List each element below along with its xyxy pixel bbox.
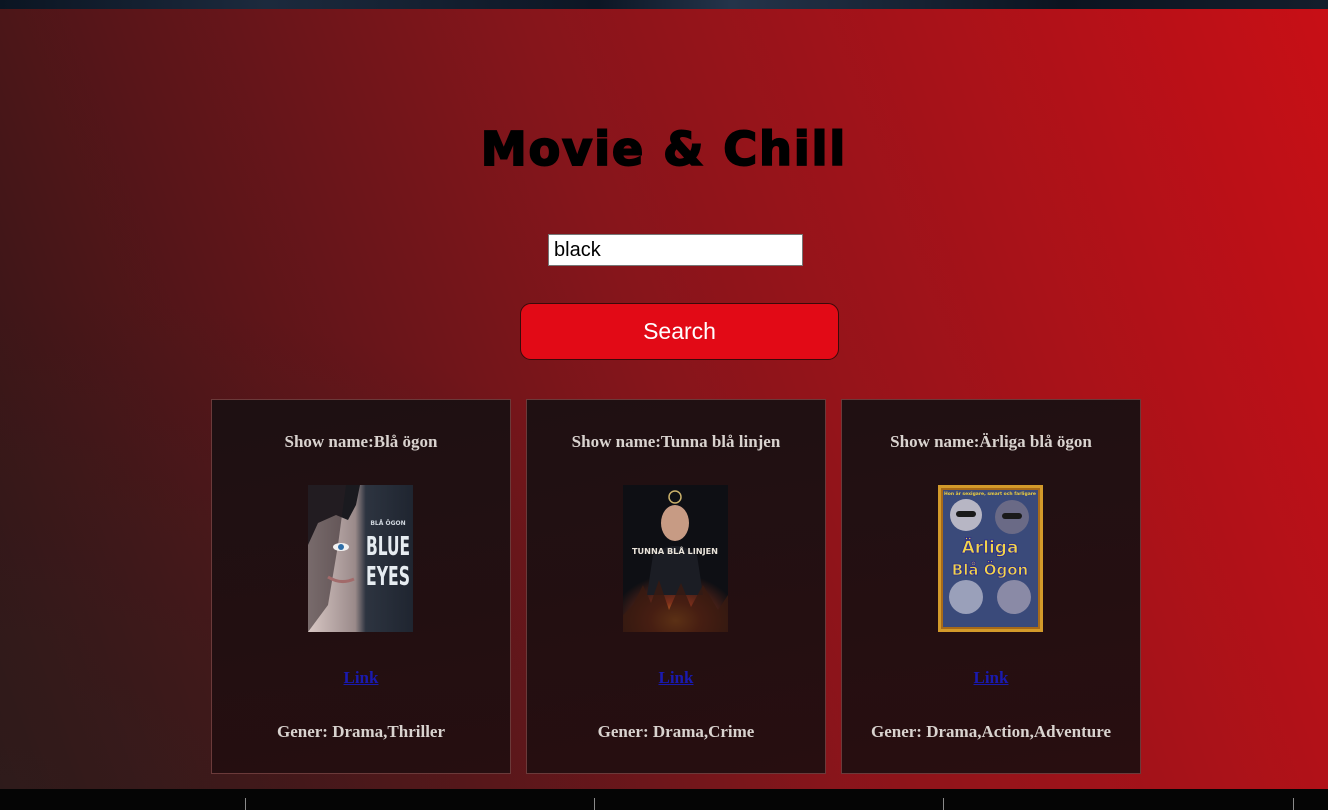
show-name: Show name:Tunna blå linjen: [571, 432, 781, 451]
footer-bar: [0, 789, 1328, 810]
show-genre: Gener: Drama,Crime: [597, 722, 755, 741]
show-poster: BLÅ ÖGON BLUE EYES: [308, 485, 413, 632]
poster-title: TUNNA BLÅ LINJEN: [632, 547, 718, 556]
show-poster: Hon är sexigare, smart och farligare Ärl…: [938, 485, 1043, 632]
search-input[interactable]: [548, 234, 803, 266]
footer-divider: [245, 798, 246, 810]
poster-title-line2: EYES: [366, 562, 410, 592]
page-title: Movie & Chill: [480, 121, 848, 177]
footer-divider: [1293, 798, 1294, 810]
show-card: Show name:Ärliga blå ögon Hon är sexigar…: [841, 399, 1141, 774]
show-genre: Gener: Drama,Action,Adventure: [870, 722, 1111, 741]
show-card: Show name:Tunna blå linjen TUNNA BLÅ LIN…: [526, 399, 826, 774]
poster-title-line2: Blå Ögon: [952, 560, 1028, 579]
poster-title-line1: Ärliga: [962, 536, 1019, 558]
poster-top-text: BLÅ ÖGON: [370, 520, 405, 527]
show-name: Show name:Ärliga blå ögon: [890, 432, 1092, 451]
show-link[interactable]: Link: [842, 668, 1140, 688]
show-card: Show name:Blå ögon BLÅ ÖGON BLUE EYES Li…: [211, 399, 511, 774]
show-poster: TUNNA BLÅ LINJEN: [623, 485, 728, 632]
show-genre: Gener: Drama,Thriller: [276, 722, 446, 741]
footer-divider: [594, 798, 595, 810]
show-link[interactable]: Link: [527, 668, 825, 688]
footer-divider: [943, 798, 944, 810]
show-link[interactable]: Link: [212, 668, 510, 688]
search-button[interactable]: Search: [520, 303, 839, 360]
poster-tagline: Hon är sexigare, smart och farligare: [944, 491, 1036, 496]
results-grid: Show name:Blå ögon BLÅ ÖGON BLUE EYES Li…: [211, 399, 1141, 774]
poster-title-line1: BLUE: [366, 532, 410, 562]
show-name: Show name:Blå ögon: [284, 432, 438, 451]
